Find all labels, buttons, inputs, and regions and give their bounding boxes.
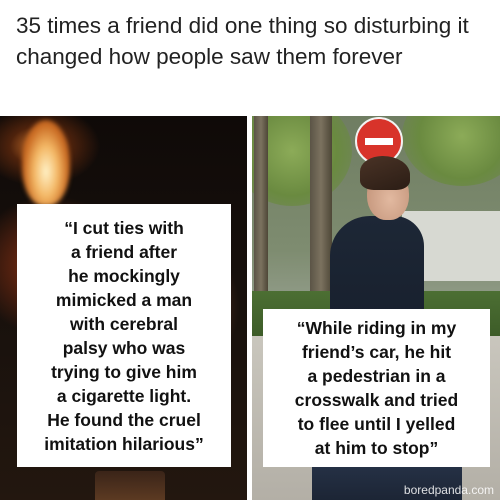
right-quote-text: “While riding in my friend’s car, he hit… (294, 318, 459, 458)
headline: 35 times a friend did one thing so distu… (16, 13, 469, 69)
watermark: boredpanda.com (403, 483, 494, 497)
right-quote-box: “While riding in my friend’s car, he hit… (263, 309, 490, 467)
left-quote-text: “I cut ties with a friend after he mocki… (44, 217, 204, 454)
pedestrian-hair (360, 156, 410, 190)
left-quote-box: “I cut ties with a friend after he mocki… (17, 204, 231, 467)
lighter-flame-icon (22, 120, 70, 206)
lighter-image (95, 471, 165, 500)
tree-foliage (402, 116, 500, 186)
